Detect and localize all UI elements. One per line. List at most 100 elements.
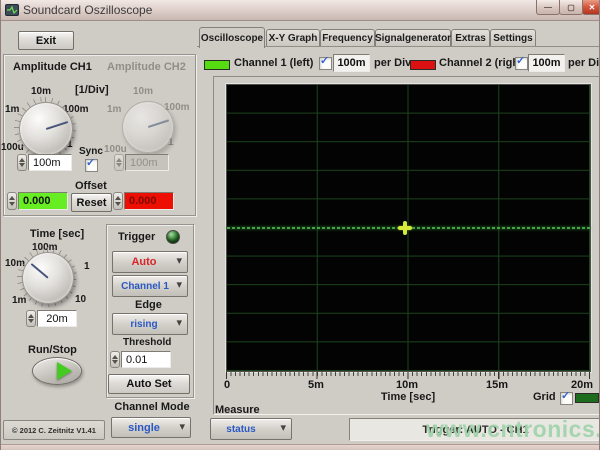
copyright-box: © 2012 C. Zeitnitz V1.41	[3, 420, 105, 440]
channel2-label: Channel 2 (right)	[439, 57, 526, 69]
channel1-label: Channel 1 (left)	[234, 57, 313, 69]
trigger-mode-value: Auto	[131, 256, 156, 268]
channel1-checkbox[interactable]: ✓	[319, 57, 332, 70]
copyright-text: © 2012 C. Zeitnitz V1.41	[12, 426, 96, 435]
trigger-mode-dropdown[interactable]: Auto ▾	[112, 251, 188, 273]
grid-color-swatch[interactable]	[575, 393, 599, 403]
threshold-value-text: 0.01	[126, 354, 147, 366]
amplitude-ch2-title: Amplitude CH2	[107, 61, 186, 73]
channel1-per-div-label: per Div	[374, 57, 411, 69]
check-icon: ✓	[516, 54, 525, 67]
exit-button[interactable]: Exit	[18, 31, 74, 50]
window-frame-bottom	[1, 444, 599, 450]
amplitude-ch2-value-text: 100m	[130, 157, 158, 169]
channel2-per-div-value[interactable]: 100m	[528, 54, 565, 72]
time-value[interactable]: 20m	[37, 310, 77, 327]
grid-label: Grid	[533, 391, 556, 403]
check-icon: ✓	[320, 54, 329, 67]
amplitude-ch2-knob	[122, 101, 174, 153]
knob-pointer	[31, 263, 49, 279]
channel2-per-div-label: per Div	[568, 57, 600, 69]
offset-ch2-spinner[interactable]	[113, 192, 123, 210]
offset-title: Offset	[75, 180, 107, 192]
knob-tick-label: 1m	[107, 104, 121, 115]
chevron-down-icon: ▾	[176, 316, 182, 330]
cursor-crosshair-icon[interactable]	[398, 221, 412, 235]
tab-label: X-Y Graph	[269, 33, 318, 44]
tab-oscilloscope[interactable]: Oscilloscope	[199, 27, 265, 48]
play-icon	[57, 362, 72, 380]
knob-tick-label: 10m	[31, 86, 51, 97]
measure-title: Measure	[215, 404, 260, 416]
amplitude-ch1-value-text: 100m	[33, 157, 61, 169]
trigger-edge-dropdown[interactable]: rising ▾	[112, 313, 188, 335]
watermark-text: www.cntronics.com	[426, 416, 600, 443]
minimize-icon: —	[544, 3, 552, 12]
amplitude-ch1-value[interactable]: 100m	[28, 154, 72, 171]
channel-mode-value: single	[128, 422, 160, 434]
tab-label: Oscilloscope	[201, 33, 263, 44]
knob-tick-label: 10	[75, 294, 86, 305]
trigger-source-value: Channel 1	[121, 281, 169, 292]
tab-label: Frequency	[322, 33, 373, 44]
channel2-checkbox[interactable]: ✓	[515, 57, 528, 70]
tab-xy-graph[interactable]: X-Y Graph	[266, 29, 320, 47]
offset-reset-button[interactable]: Reset	[71, 193, 112, 212]
offset-ch1-spinner[interactable]	[7, 192, 17, 210]
threshold-title: Threshold	[123, 337, 171, 348]
auto-set-label: Auto Set	[126, 378, 171, 390]
title-bar[interactable]: Soundcard Oszilloscope — ▢ ✕	[1, 0, 599, 21]
oscilloscope-plot[interactable]	[226, 84, 591, 372]
ch2-per-div-text: 100m	[532, 57, 560, 69]
run-stop-label: Run/Stop	[28, 344, 77, 356]
time-value-text: 20m	[46, 313, 67, 325]
window-title: Soundcard Oszilloscope	[23, 3, 152, 17]
channel1-per-div-value[interactable]: 100m	[333, 54, 370, 72]
time-spinner[interactable]	[26, 310, 36, 327]
tab-extras[interactable]: Extras	[451, 29, 490, 47]
tab-frequency[interactable]: Frequency	[320, 29, 375, 47]
measure-value: status	[226, 424, 255, 435]
trigger-edge-value: rising	[130, 319, 157, 330]
grid-checkbox[interactable]: ✓	[560, 392, 573, 405]
app-window: Soundcard Oszilloscope — ▢ ✕ Exit Amplit…	[0, 0, 600, 450]
check-icon: ✓	[561, 389, 570, 402]
edge-title: Edge	[135, 299, 162, 311]
exit-label: Exit	[36, 35, 56, 47]
amplitude-ch1-title: Amplitude CH1	[13, 61, 92, 73]
chevron-down-icon: ▾	[176, 254, 182, 268]
x-tick-label: 15m	[486, 379, 508, 391]
trigger-source-dropdown[interactable]: Channel 1 ▾	[112, 275, 188, 297]
tab-label: Settings	[493, 33, 532, 44]
maximize-icon: ▢	[567, 3, 575, 12]
minimize-button[interactable]: —	[536, 0, 560, 15]
amplitude-ch1-spinner[interactable]	[17, 154, 27, 171]
threshold-spinner[interactable]	[110, 351, 120, 368]
channel-mode-dropdown[interactable]: single ▾	[111, 417, 191, 438]
app-icon	[5, 3, 19, 17]
tab-signalgenerator[interactable]: Signalgenerator	[375, 29, 451, 47]
tab-label: Signalgenerator	[375, 33, 451, 44]
chevron-down-icon: ▾	[179, 420, 185, 434]
amplitude-ch1-knob[interactable]	[19, 102, 73, 156]
sync-checkbox[interactable]: ✓	[85, 159, 98, 172]
maximize-button[interactable]: ▢	[559, 0, 583, 15]
measure-dropdown[interactable]: status ▾	[210, 418, 292, 440]
close-icon: ✕	[589, 3, 596, 12]
x-tick-label: 20m	[571, 379, 593, 391]
time-knob[interactable]	[22, 252, 74, 304]
check-icon: ✓	[86, 156, 95, 169]
per-div-unit-label: [1/Div]	[75, 84, 109, 96]
close-button[interactable]: ✕	[582, 0, 600, 15]
chevron-down-icon: ▾	[176, 278, 182, 292]
knob-tick-label: 1	[84, 261, 90, 272]
knob-pointer	[148, 119, 170, 128]
time-title: Time [sec]	[19, 228, 95, 240]
ch1-per-div-text: 100m	[337, 57, 365, 69]
auto-set-button[interactable]: Auto Set	[108, 374, 190, 394]
threshold-value[interactable]: 0.01	[121, 351, 171, 368]
offset-ch1-value[interactable]: 0.000	[18, 192, 68, 210]
run-stop-button[interactable]	[32, 357, 82, 385]
tab-settings[interactable]: Settings	[490, 29, 536, 47]
offset-ch2-value[interactable]: 0.000	[124, 192, 174, 210]
